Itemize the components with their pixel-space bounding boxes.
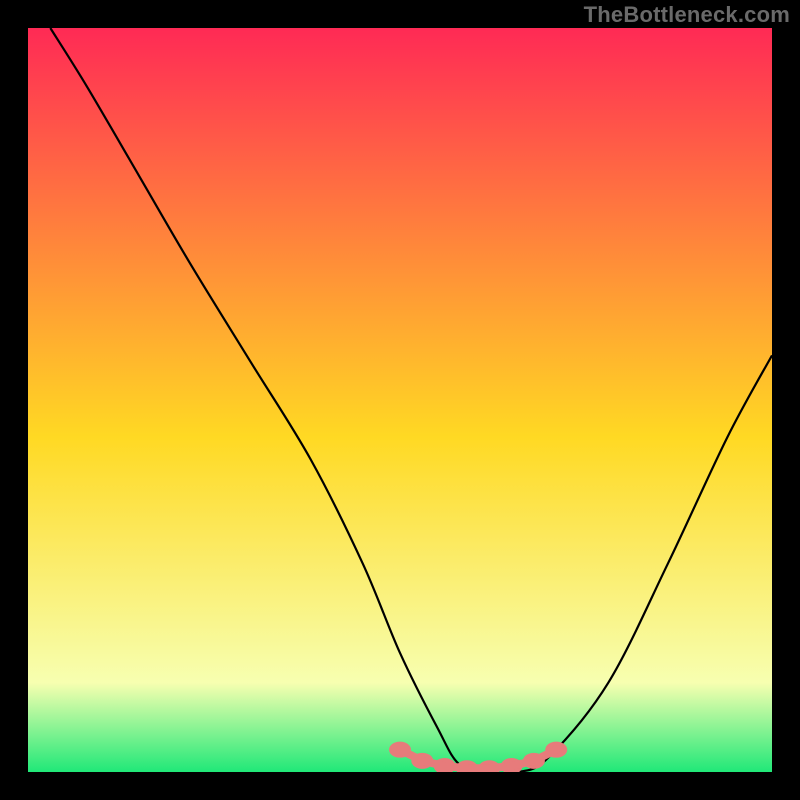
gradient-background: [28, 28, 772, 772]
plot-area: [28, 28, 772, 776]
bottleneck-chart: [0, 0, 800, 800]
chart-stage: TheBottleneck.com: [0, 0, 800, 800]
watermark-text: TheBottleneck.com: [584, 2, 790, 28]
